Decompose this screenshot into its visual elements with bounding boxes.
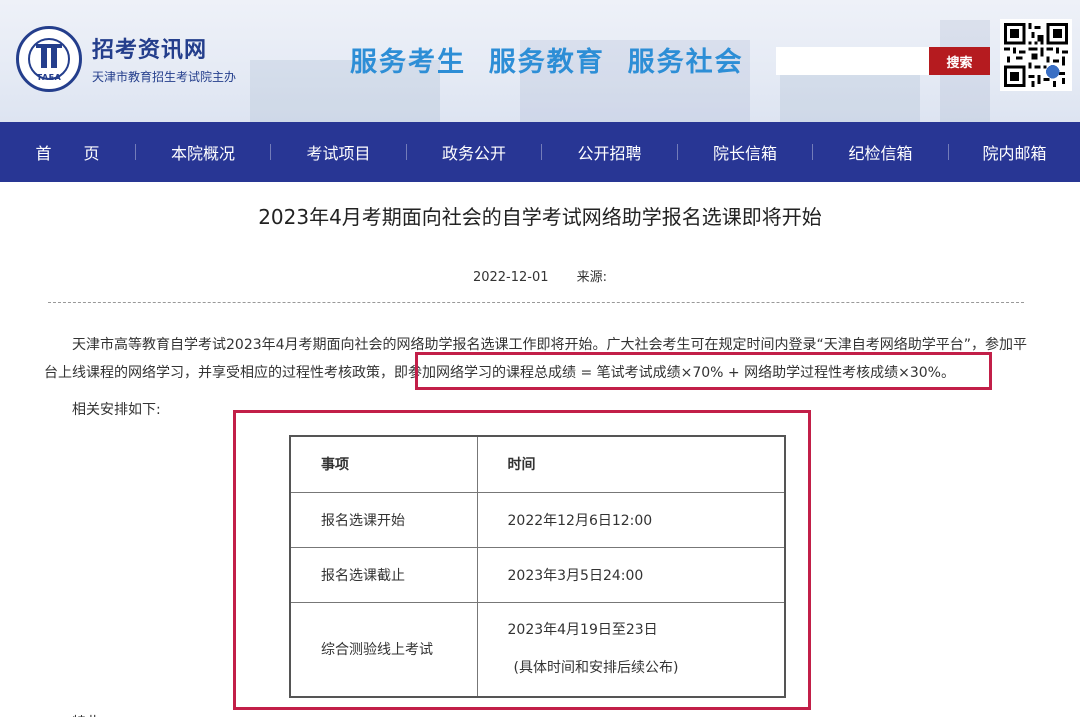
nav-item-government-affairs[interactable]: 政务公开 xyxy=(407,122,541,182)
table-header-cell: 事项 xyxy=(289,435,478,493)
table-cell-time: 2023年4月19日至23日 (具体时间和安排后续公布) xyxy=(476,601,786,698)
table-header-row: 事项 时间 xyxy=(289,435,786,493)
table-cell-time-main: 2023年4月19日至23日 xyxy=(507,622,658,639)
arrangement-intro: 相关安排如下: xyxy=(72,402,161,418)
nav-item-recruitment[interactable]: 公开招聘 xyxy=(542,122,677,182)
table-cell-time: 2023年3月5日24:00 xyxy=(476,546,786,603)
table-row: 报名选课截止 2023年3月5日24:00 xyxy=(289,546,786,603)
site-subtitle: 天津市教育招生考试院主办 xyxy=(92,70,237,84)
main-nav: 首 页 本院概况 考试项目 政务公开 公开招聘 院长信箱 纪检信箱 院内邮箱 xyxy=(0,122,1080,182)
nav-item-home[interactable]: 首 页 xyxy=(0,122,135,182)
header-background-building xyxy=(780,70,920,122)
taea-logo-icon[interactable]: TAEA xyxy=(16,26,82,92)
table-row: 综合测验线上考试 2023年4月19日至23日 (具体时间和安排后续公布) xyxy=(289,601,786,698)
nav-item-director-mailbox[interactable]: 院长信箱 xyxy=(678,122,812,182)
table-row: 报名选课开始 2022年12月6日12:00 xyxy=(289,491,786,548)
logo-emblem-text: TAEA xyxy=(36,73,62,82)
article-source-label: 来源: xyxy=(576,270,608,285)
nav-item-about[interactable]: 本院概况 xyxy=(136,122,270,182)
nav-item-internal-mail[interactable]: 院内邮箱 xyxy=(949,122,1080,182)
dashed-divider xyxy=(48,302,1024,303)
table-cell-item: 报名选课开始 xyxy=(289,491,478,548)
trailing-text: 特此 xyxy=(72,712,100,717)
site-header: TAEA 招考资讯网 天津市教育招生考试院主办 服务考生 服务教育 服务社会 搜… xyxy=(0,0,1080,122)
table-cell-time-note: (具体时间和安排后续公布) xyxy=(513,660,679,677)
table-cell-time: 2022年12月6日12:00 xyxy=(476,491,786,548)
table-cell-item: 报名选课截止 xyxy=(289,546,478,603)
table-header-cell: 时间 xyxy=(476,435,786,493)
schedule-table: 事项 时间 报名选课开始 2022年12月6日12:00 报名选课截止 2023… xyxy=(289,435,786,698)
article-meta: 2022-12-01 来源: xyxy=(0,266,1080,285)
table-cell-item: 综合测验线上考试 xyxy=(289,601,478,698)
search-button[interactable]: 搜索 xyxy=(929,47,990,75)
score-formula-highlight xyxy=(415,352,992,390)
site-title[interactable]: 招考资讯网 xyxy=(92,32,207,64)
header-slogan: 服务考生 服务教育 服务社会 xyxy=(350,47,744,78)
nav-item-exams[interactable]: 考试项目 xyxy=(271,122,406,182)
article-title: 2023年4月考期面向社会的自学考试网络助学报名选课即将开始 xyxy=(258,205,822,229)
qr-code-icon xyxy=(1000,19,1072,91)
nav-item-discipline-mailbox[interactable]: 纪检信箱 xyxy=(813,122,948,182)
article-date: 2022-12-01 xyxy=(472,270,549,285)
search-input[interactable] xyxy=(776,47,929,75)
